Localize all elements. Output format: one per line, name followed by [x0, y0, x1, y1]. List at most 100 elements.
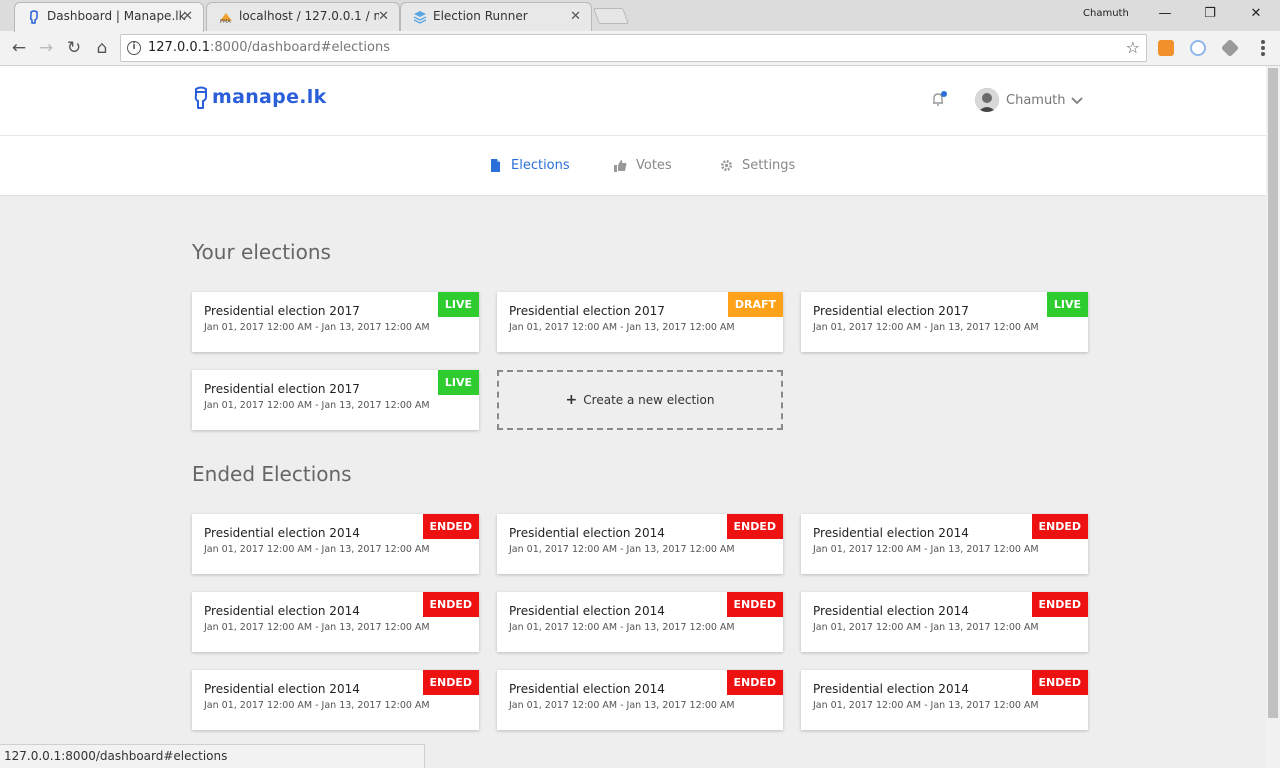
election-card[interactable]: Presidential election 2017 Jan 01, 2017 … [192, 370, 479, 430]
election-card[interactable]: Presidential election 2014 Jan 01, 2017 … [497, 592, 783, 652]
election-dates: Jan 01, 2017 12:00 AM - Jan 13, 2017 12:… [204, 544, 430, 555]
election-card[interactable]: Presidential election 2017 Jan 01, 2017 … [497, 292, 783, 352]
status-badge: ENDED [726, 514, 783, 539]
election-card[interactable]: Presidential election 2014 Jan 01, 2017 … [497, 514, 783, 574]
election-card[interactable]: Presidential election 2014 Jan 01, 2017 … [801, 514, 1088, 574]
extension-icon[interactable] [1220, 38, 1240, 58]
browser-menu-icon[interactable] [1256, 39, 1270, 57]
link-status-bar: 127.0.0.1:8000/dashboard#elections [0, 744, 425, 768]
info-icon[interactable]: i [127, 41, 141, 55]
extension-icon[interactable] [1190, 40, 1206, 56]
browser-tab-phpmyadmin[interactable]: PMA localhost / 127.0.0.1 / ma ✕ [206, 2, 400, 31]
tab-close-icon[interactable]: ✕ [570, 3, 581, 30]
tab-label: Votes [636, 158, 672, 173]
election-dates: Jan 01, 2017 12:00 AM - Jan 13, 2017 12:… [509, 322, 735, 333]
election-dates: Jan 01, 2017 12:00 AM - Jan 13, 2017 12:… [509, 622, 735, 633]
back-icon[interactable]: ← [8, 37, 30, 59]
create-election-button[interactable]: + Create a new election [497, 370, 783, 430]
tab-label: Elections [511, 158, 570, 173]
election-card[interactable]: Presidential election 2014 Jan 01, 2017 … [192, 592, 479, 652]
election-dates: Jan 01, 2017 12:00 AM - Jan 13, 2017 12:… [509, 544, 735, 555]
election-card[interactable]: Presidential election 2014 Jan 01, 2017 … [497, 670, 783, 730]
page-scrollbar[interactable] [1266, 66, 1280, 768]
ended-elections-heading: Ended Elections [192, 462, 352, 486]
phpmyadmin-favicon-icon: PMA [220, 13, 232, 24]
section-nav: Elections Votes Settings [0, 136, 1266, 196]
tab-title: localhost / 127.0.0.1 / ma [239, 9, 379, 23]
chevron-down-icon[interactable] [1071, 97, 1083, 105]
site-header: manape.lk Chamuth [0, 66, 1266, 136]
gear-icon [721, 160, 732, 171]
fist-logo-icon [194, 86, 207, 109]
document-icon [491, 159, 500, 172]
election-title: Presidential election 2014 [204, 604, 360, 618]
status-badge: ENDED [1031, 670, 1088, 695]
thumbs-up-icon [614, 160, 627, 172]
election-card[interactable]: Presidential election 2014 Jan 01, 2017 … [192, 514, 479, 574]
election-title: Presidential election 2014 [204, 682, 360, 696]
tab-close-icon[interactable]: ✕ [378, 3, 389, 30]
status-badge: ENDED [422, 592, 479, 617]
election-card[interactable]: Presidential election 2014 Jan 01, 2017 … [192, 670, 479, 730]
election-card[interactable]: Presidential election 2017 Jan 01, 2017 … [192, 292, 479, 352]
restore-icon[interactable]: ❐ [1196, 4, 1224, 24]
status-badge: ENDED [726, 592, 783, 617]
election-title: Presidential election 2017 [813, 304, 969, 318]
status-badge: ENDED [1031, 514, 1088, 539]
user-name[interactable]: Chamuth [1006, 93, 1066, 108]
tab-title: Election Runner [433, 9, 528, 23]
notification-bell-icon[interactable] [930, 90, 948, 108]
home-icon[interactable]: ⌂ [91, 37, 113, 59]
election-title: Presidential election 2014 [204, 526, 360, 540]
browser-tab-election-runner[interactable]: Election Runner ✕ [400, 2, 592, 31]
election-dates: Jan 01, 2017 12:00 AM - Jan 13, 2017 12:… [204, 700, 430, 711]
status-badge: ENDED [422, 514, 479, 539]
svg-text:PMA: PMA [220, 19, 231, 24]
address-bar[interactable]: i 127.0.0.1:8000/dashboard#elections ☆ [120, 34, 1147, 62]
forward-icon[interactable]: → [35, 37, 57, 59]
create-election-content: + Create a new election [499, 392, 781, 408]
election-card[interactable]: Presidential election 2014 Jan 01, 2017 … [801, 592, 1088, 652]
election-title: Presidential election 2014 [813, 526, 969, 540]
election-title: Presidential election 2014 [813, 604, 969, 618]
url-host: 127.0.0.1 [148, 40, 211, 55]
new-tab-button[interactable] [593, 8, 629, 24]
address-url[interactable]: 127.0.0.1:8000/dashboard#elections [148, 40, 390, 55]
page-viewport: manape.lk Chamuth Elections Votes Settin… [0, 66, 1266, 768]
status-badge: LIVE [1046, 292, 1088, 317]
tab-label: Settings [742, 158, 796, 173]
tab-title: Dashboard | Manape.lk [47, 9, 186, 23]
election-title: Presidential election 2017 [204, 304, 360, 318]
logo-text: manape.lk [212, 86, 327, 108]
extension-icon[interactable] [1158, 40, 1174, 56]
election-card[interactable]: Presidential election 2017 Jan 01, 2017 … [801, 292, 1088, 352]
tab-close-icon[interactable]: ✕ [182, 3, 193, 30]
election-dates: Jan 01, 2017 12:00 AM - Jan 13, 2017 12:… [509, 700, 735, 711]
election-dates: Jan 01, 2017 12:00 AM - Jan 13, 2017 12:… [813, 544, 1039, 555]
status-badge: ENDED [726, 670, 783, 695]
scrollbar-thumb[interactable] [1268, 68, 1278, 718]
browser-profile-name[interactable]: Chamuth [1083, 8, 1129, 19]
election-dates: Jan 01, 2017 12:00 AM - Jan 13, 2017 12:… [204, 322, 430, 333]
bookmark-star-icon[interactable]: ☆ [1126, 38, 1140, 57]
election-dates: Jan 01, 2017 12:00 AM - Jan 13, 2017 12:… [813, 322, 1039, 333]
plus-icon: + [565, 392, 578, 408]
status-badge: LIVE [437, 370, 479, 395]
status-badge: DRAFT [727, 292, 783, 317]
election-title: Presidential election 2014 [813, 682, 969, 696]
browser-toolbar: ← → ↻ ⌂ i 127.0.0.1:8000/dashboard#elect… [0, 31, 1280, 66]
url-path: :8000/dashboard#elections [210, 40, 390, 55]
election-card[interactable]: Presidential election 2014 Jan 01, 2017 … [801, 670, 1088, 730]
election-dates: Jan 01, 2017 12:00 AM - Jan 13, 2017 12:… [813, 622, 1039, 633]
fist-favicon-icon [29, 10, 38, 24]
window-close-icon[interactable]: ✕ [1242, 4, 1270, 24]
minimize-icon[interactable]: — [1151, 4, 1179, 24]
browser-tab-dashboard[interactable]: Dashboard | Manape.lk ✕ [14, 2, 204, 32]
status-badge: LIVE [437, 292, 479, 317]
reload-icon[interactable]: ↻ [63, 37, 85, 59]
election-title: Presidential election 2014 [509, 682, 665, 696]
browser-tab-strip: Dashboard | Manape.lk ✕ PMA localhost / … [0, 0, 1280, 32]
avatar[interactable] [975, 88, 999, 112]
your-elections-heading: Your elections [192, 240, 331, 264]
election-title: Presidential election 2014 [509, 604, 665, 618]
